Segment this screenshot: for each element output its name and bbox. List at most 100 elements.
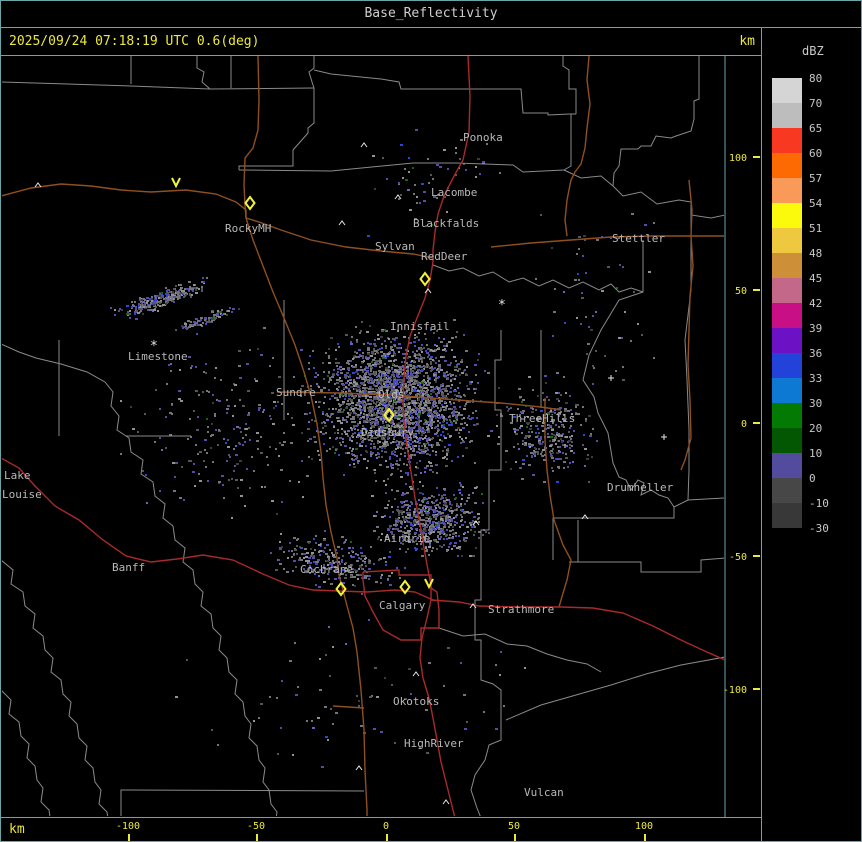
radar-app-window: Base_Reflectivity 2025/09/24 07:18:19 UT… xyxy=(0,0,862,842)
bottom-axis: km -100 -50 0 50 100 xyxy=(1,818,761,841)
legend-color-block xyxy=(772,178,802,203)
boundary-line xyxy=(552,507,675,560)
boundary-line xyxy=(569,557,724,573)
bottom-axis-unit: km xyxy=(9,822,25,837)
legend-tick-label: 20 xyxy=(809,422,823,435)
legend-tick-label: -30 xyxy=(809,522,829,535)
right-axis-tick-label: -100 xyxy=(723,685,747,696)
city-label: Sundre xyxy=(276,386,316,399)
boundary-line xyxy=(313,69,576,116)
caret-marker xyxy=(412,671,420,677)
right-axis-tick-label: 0 xyxy=(741,419,747,430)
boundary-line xyxy=(582,240,724,508)
boundary-line xyxy=(238,162,565,173)
bottom-axis-tick-label: -100 xyxy=(115,821,141,832)
legend-tick-label: 65 xyxy=(809,122,823,135)
legend-color-block xyxy=(772,428,802,453)
legend-tick-label: -10 xyxy=(809,497,829,510)
boundary-line xyxy=(562,56,577,114)
legend-tick-label: 51 xyxy=(809,222,823,235)
legend-tick-label: 54 xyxy=(809,197,823,210)
road-brown xyxy=(544,398,572,608)
city-label: RockyMH xyxy=(225,222,271,235)
right-axis: 100 50 0 -50 -100 xyxy=(723,153,760,696)
city-label: Blackfalds xyxy=(413,217,479,230)
legend-color-block xyxy=(772,378,802,403)
legend-color-block xyxy=(772,503,802,528)
bottom-axis-tick xyxy=(644,834,646,841)
boundary-line xyxy=(2,690,51,816)
city-label: HighRiver xyxy=(404,737,464,750)
legend-tick-label: 39 xyxy=(809,322,823,335)
legend-tick-label: 80 xyxy=(809,72,823,85)
boundary-line xyxy=(2,343,278,816)
city-label: Innisfail xyxy=(390,320,450,333)
bottom-axis-tick-label: 0 xyxy=(382,821,390,832)
bottom-axis-tick xyxy=(256,834,258,841)
city-label: Cochrane xyxy=(300,563,353,576)
city-label: RedDeer xyxy=(421,250,468,263)
city-label: Olds xyxy=(378,388,405,401)
radar-map-canvas[interactable]: **Ponoka Lacombe Blackfalds Sylvan RedDeer St… xyxy=(1,56,761,818)
legend-tick-label: 33 xyxy=(809,372,823,385)
caret-marker xyxy=(424,288,432,294)
legend-tick-label: 60 xyxy=(809,147,823,160)
station-diamond-marker xyxy=(244,195,256,211)
city-label: Lacombe xyxy=(431,186,477,199)
city-label: Didsbury xyxy=(361,426,414,439)
legend-color-block xyxy=(772,453,802,478)
legend-color-block xyxy=(772,153,802,178)
legend-color-block xyxy=(772,103,802,128)
road-brown xyxy=(2,183,434,259)
boundary-line xyxy=(2,560,109,816)
city-label: ThreeHills xyxy=(509,412,575,425)
city-label: Limestone xyxy=(128,350,188,363)
boundary-line xyxy=(238,56,315,170)
bottom-axis-tick xyxy=(128,834,130,841)
legend-color-block xyxy=(772,328,802,353)
markers-layer: ** xyxy=(34,142,667,805)
legend-color-block xyxy=(772,253,802,278)
left-column: 2025/09/24 07:18:19 UTC 0.6(deg) km * * Po… xyxy=(1,28,762,841)
legend-color-block xyxy=(772,353,802,378)
city-label: Stettler xyxy=(612,232,665,245)
city-label: Ponoka xyxy=(463,131,503,144)
scan-timestamp: 2025/09/24 07:18:19 UTC 0.6(deg) xyxy=(9,34,260,49)
city-label: Louise xyxy=(2,488,42,501)
radar-echo-layer xyxy=(110,129,655,768)
city-label: Sylvan xyxy=(375,240,415,253)
city-label: Banff xyxy=(112,561,145,574)
boundary-line xyxy=(505,656,724,721)
caret-marker xyxy=(355,765,363,771)
vee-marker xyxy=(171,177,181,189)
right-axis-tick-label: 50 xyxy=(735,286,747,297)
caret-marker xyxy=(360,142,368,148)
caret-marker xyxy=(338,220,346,226)
plot-layer: **Ponoka Lacombe Blackfalds Sylvan RedDeer St… xyxy=(2,56,724,816)
bottom-axis-tick xyxy=(514,834,516,841)
city-labels-layer: Ponoka Lacombe Blackfalds Sylvan RedDeer Stet… xyxy=(2,131,674,799)
legend-title: dBZ xyxy=(802,44,824,58)
legend-tick-label: 0 xyxy=(809,472,816,485)
boundary-line xyxy=(120,789,365,816)
road-brown xyxy=(490,235,724,248)
boundary-line xyxy=(2,81,315,90)
legend-color-block xyxy=(772,478,802,503)
vee-marker xyxy=(424,578,434,590)
asterisk-marker: * xyxy=(498,298,506,313)
app-title: Base_Reflectivity xyxy=(364,6,498,21)
city-label: Drumheller xyxy=(607,481,674,494)
boundary-line xyxy=(563,114,572,171)
bottom-axis-tick-label: 100 xyxy=(634,821,654,832)
city-label: Okotoks xyxy=(393,695,439,708)
bottom-axis-tick xyxy=(386,834,388,841)
boundary-line xyxy=(432,264,644,293)
bottom-axis-tick-label: -50 xyxy=(246,821,266,832)
legend-color-block xyxy=(772,128,802,153)
city-label: Strathmore xyxy=(488,603,554,616)
legend-color-block xyxy=(772,303,802,328)
main-content: 2025/09/24 07:18:19 UTC 0.6(deg) km * * Po… xyxy=(1,28,861,841)
legend-tick-label: 70 xyxy=(809,97,823,110)
legend-tick-label: 45 xyxy=(809,272,823,285)
legend-color-block xyxy=(772,278,802,303)
